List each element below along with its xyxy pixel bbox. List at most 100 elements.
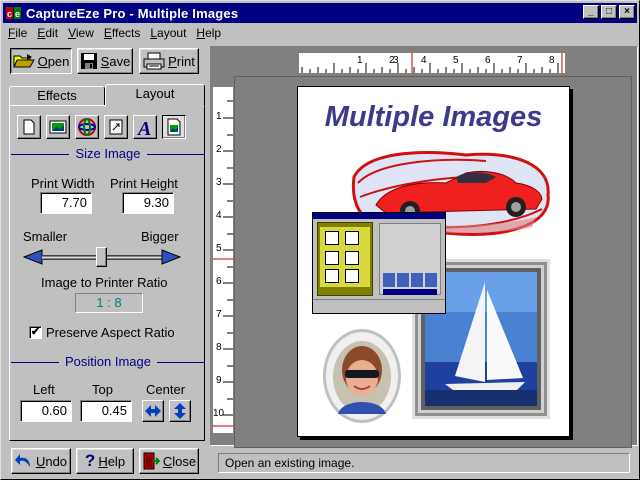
menu-edit[interactable]: Edit bbox=[32, 26, 63, 40]
h-ruler-label-3: 3 bbox=[393, 55, 399, 66]
open-button[interactable]: Open bbox=[10, 48, 72, 74]
menu-bar: File Edit View Effects Layout Help bbox=[3, 24, 226, 42]
print-page-preview[interactable]: Multiple Images bbox=[297, 86, 570, 437]
app-window: c e CaptureEze Pro - Multiple Images _ □… bbox=[0, 0, 640, 480]
v-ruler-label-5: 5 bbox=[216, 243, 222, 254]
open-button-label: Open bbox=[37, 53, 70, 69]
image-icon bbox=[49, 120, 67, 134]
size-image-heading: Size Image bbox=[11, 146, 205, 162]
text-icon: A bbox=[136, 118, 151, 140]
floppy-disk-icon bbox=[80, 53, 97, 69]
center-horizontal-button[interactable] bbox=[142, 400, 164, 422]
close-button[interactable]: Close bbox=[139, 448, 199, 474]
undo-button-label: Undo bbox=[35, 453, 68, 469]
menu-view[interactable]: View bbox=[63, 26, 99, 40]
ratio-label: Image to Printer Ratio bbox=[41, 275, 168, 290]
close-window-button[interactable]: × bbox=[619, 5, 635, 19]
app-icon[interactable]: c e bbox=[6, 6, 22, 20]
slider-thumb[interactable] bbox=[96, 247, 107, 267]
print-height-field[interactable]: 9.30 bbox=[122, 192, 174, 214]
svg-text:A: A bbox=[136, 118, 151, 138]
blank-page-button[interactable] bbox=[17, 115, 41, 139]
undo-icon bbox=[14, 454, 30, 467]
smaller-label: Smaller bbox=[23, 229, 68, 244]
open-folder-icon bbox=[12, 54, 35, 68]
maximize-button[interactable]: □ bbox=[601, 5, 617, 19]
title-bar[interactable]: c e CaptureEze Pro - Multiple Images _ □… bbox=[3, 3, 637, 23]
page-headline: Multiple Images bbox=[324, 101, 543, 133]
horizontal-ruler: 1 2 3 4 5 6 7 8 bbox=[298, 52, 566, 74]
center-label: Center bbox=[146, 382, 186, 397]
bigger-label: Bigger bbox=[141, 229, 179, 244]
help-button[interactable]: ? Help bbox=[76, 448, 134, 474]
menu-layout[interactable]: Layout bbox=[145, 26, 191, 40]
portrait-image[interactable] bbox=[323, 329, 401, 423]
tab-strip: Effects Layout bbox=[9, 84, 205, 107]
v-ruler-label-1: 1 bbox=[216, 111, 222, 122]
status-text: Open an existing image. bbox=[218, 453, 630, 473]
text-button[interactable]: A bbox=[133, 115, 157, 140]
svg-text:c: c bbox=[7, 9, 12, 19]
vertical-ruler: 1 2 3 4 5 6 7 8 9 10 bbox=[212, 86, 234, 434]
save-button-label: Save bbox=[100, 53, 131, 69]
menu-file[interactable]: File bbox=[3, 26, 32, 40]
menu-help[interactable]: Help bbox=[191, 26, 226, 40]
save-button[interactable]: Save bbox=[77, 48, 133, 74]
h-ruler-label-4: 4 bbox=[421, 55, 427, 66]
v-ruler-label-2: 2 bbox=[216, 144, 222, 155]
print-height-label: Print Height bbox=[110, 176, 178, 191]
print-width-field[interactable]: 7.70 bbox=[40, 192, 92, 214]
undo-button[interactable]: Undo bbox=[11, 448, 71, 474]
vertical-arrows-icon bbox=[174, 403, 186, 419]
effects-button[interactable] bbox=[75, 115, 99, 139]
left-position-field[interactable]: 0.60 bbox=[20, 400, 72, 422]
embedded-screenshot-image[interactable] bbox=[312, 212, 446, 314]
minimize-button[interactable]: _ bbox=[583, 5, 599, 19]
v-ruler-label-4: 4 bbox=[216, 210, 222, 221]
blank-page-icon bbox=[23, 119, 35, 135]
print-width-label: Print Width bbox=[31, 176, 95, 191]
position-image-heading: Position Image bbox=[11, 354, 205, 370]
help-button-label: Help bbox=[98, 453, 126, 469]
crop-icon bbox=[109, 119, 123, 135]
h-ruler-label-5: 5 bbox=[453, 55, 459, 66]
v-ruler-label-10: 10 bbox=[213, 408, 225, 419]
image-button[interactable] bbox=[46, 115, 70, 139]
h-ruler-label-6: 6 bbox=[485, 55, 491, 66]
shrink-arrow-icon[interactable] bbox=[23, 248, 43, 266]
tab-layout[interactable]: Layout bbox=[105, 84, 205, 107]
window-title: CaptureEze Pro - Multiple Images bbox=[26, 5, 239, 21]
print-button[interactable]: Print bbox=[139, 48, 199, 74]
printer-icon bbox=[143, 52, 165, 70]
preserve-aspect-checkbox[interactable]: ✔ bbox=[29, 326, 42, 339]
v-ruler-label-6: 6 bbox=[216, 276, 222, 287]
h-ruler-label-1: 1 bbox=[357, 55, 363, 66]
maximize-icon: □ bbox=[605, 6, 613, 17]
v-ruler-label-9: 9 bbox=[216, 375, 222, 386]
exit-door-icon bbox=[143, 452, 160, 470]
horizontal-arrows-icon bbox=[145, 405, 161, 417]
question-mark-icon: ? bbox=[84, 451, 96, 470]
control-panel: Open Save Print Effects Layout A Size Im… bbox=[3, 44, 207, 474]
v-ruler-label-3: 3 bbox=[216, 177, 222, 188]
crop-button[interactable] bbox=[104, 115, 128, 139]
h-ruler-label-7: 7 bbox=[517, 55, 523, 66]
minimize-icon: _ bbox=[588, 6, 594, 17]
ratio-value: 1 : 8 bbox=[75, 293, 143, 313]
image-frame-icon bbox=[167, 118, 181, 136]
top-label: Top bbox=[92, 382, 113, 397]
image-frame-button[interactable] bbox=[162, 115, 186, 139]
tab-effects[interactable]: Effects bbox=[9, 86, 105, 106]
h-ruler-label-8: 8 bbox=[549, 55, 555, 66]
menu-effects[interactable]: Effects bbox=[99, 26, 145, 40]
v-ruler-label-7: 7 bbox=[216, 309, 222, 320]
close-button-label: Close bbox=[162, 453, 197, 469]
left-label: Left bbox=[33, 382, 55, 397]
center-vertical-button[interactable] bbox=[169, 400, 191, 422]
top-position-field[interactable]: 0.45 bbox=[80, 400, 132, 422]
close-icon: × bbox=[624, 6, 630, 17]
grow-arrow-icon[interactable] bbox=[161, 248, 181, 266]
preserve-aspect-label[interactable]: Preserve Aspect Ratio bbox=[46, 325, 175, 340]
print-button-label: Print bbox=[168, 53, 195, 69]
svg-text:e: e bbox=[15, 9, 20, 19]
